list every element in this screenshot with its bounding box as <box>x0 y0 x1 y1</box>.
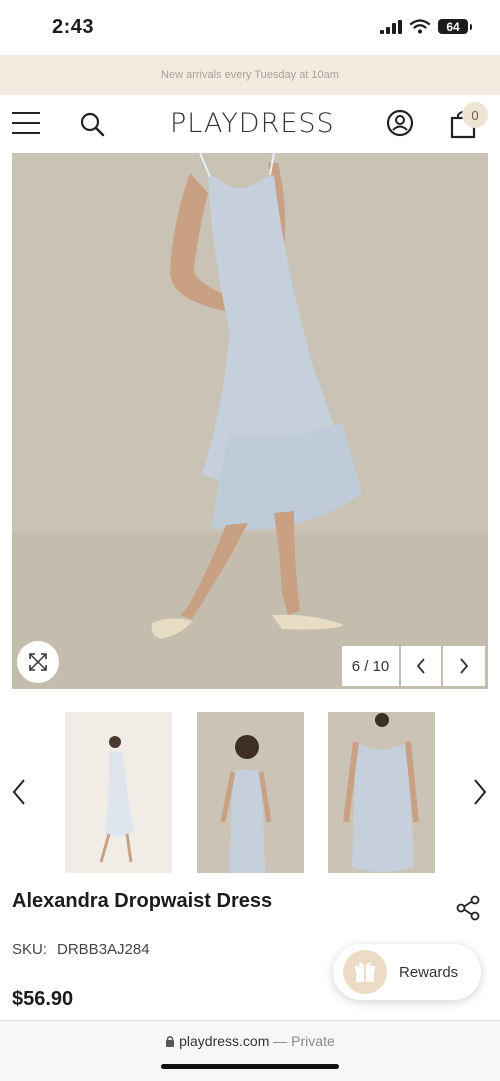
account-icon[interactable] <box>386 109 414 137</box>
home-indicator <box>161 1064 339 1069</box>
image-next-button[interactable] <box>443 646 485 686</box>
model-dress-photo <box>12 153 488 689</box>
status-bar: 2:43 64 <box>0 0 500 55</box>
announcement-text: New arrivals every Tuesday at 10am <box>161 69 339 81</box>
product-title: Alexandra Dropwaist Dress <box>12 890 273 912</box>
thumbnail-image[interactable] <box>328 712 435 873</box>
image-counter: 6 / 10 <box>342 646 399 686</box>
url-domain: playdress.com <box>179 1033 270 1049</box>
status-time: 2:43 <box>52 16 95 38</box>
menu-icon[interactable] <box>12 112 40 134</box>
sku-value: DRBB3AJ284 <box>57 941 150 958</box>
thumbnail-image[interactable] <box>197 712 304 873</box>
rewards-label: Rewards <box>399 963 459 981</box>
url-private-label: — Private <box>273 1033 335 1049</box>
cart-count-badge[interactable]: 0 <box>462 102 488 128</box>
lock-icon <box>166 1036 175 1047</box>
thumbnail-image[interactable] <box>65 712 172 873</box>
thumb-chevron-right-icon[interactable] <box>467 777 491 807</box>
signal-icon <box>380 19 402 34</box>
thumb-chevron-left-icon[interactable] <box>8 777 32 807</box>
expand-image-button[interactable] <box>17 641 59 683</box>
site-logo[interactable]: PLAYDRESS <box>170 108 334 139</box>
product-main-image[interactable] <box>12 153 488 689</box>
announcement-bar: New arrivals every Tuesday at 10am <box>0 55 500 95</box>
url-display[interactable]: playdress.com — Private <box>0 1033 500 1049</box>
site-header: PLAYDRESS <box>0 95 500 153</box>
thumbnail-strip <box>0 712 500 874</box>
chevron-right-icon <box>460 658 469 674</box>
rewards-button[interactable]: Rewards <box>333 944 481 1000</box>
wifi-icon <box>410 19 430 34</box>
expand-icon <box>29 653 47 671</box>
image-prev-button[interactable] <box>401 646 441 686</box>
product-sku: SKU: DRBB3AJ284 <box>12 941 150 958</box>
sku-label: SKU: <box>12 941 48 958</box>
gift-icon <box>343 950 387 994</box>
share-icon[interactable] <box>455 895 481 921</box>
status-icons: 64 <box>380 19 472 34</box>
browser-url-bar[interactable]: playdress.com — Private <box>0 1020 500 1081</box>
search-icon[interactable] <box>79 111 105 137</box>
battery-icon: 64 <box>438 19 472 34</box>
chevron-left-icon <box>416 658 425 674</box>
product-price: $56.90 <box>12 988 74 1010</box>
